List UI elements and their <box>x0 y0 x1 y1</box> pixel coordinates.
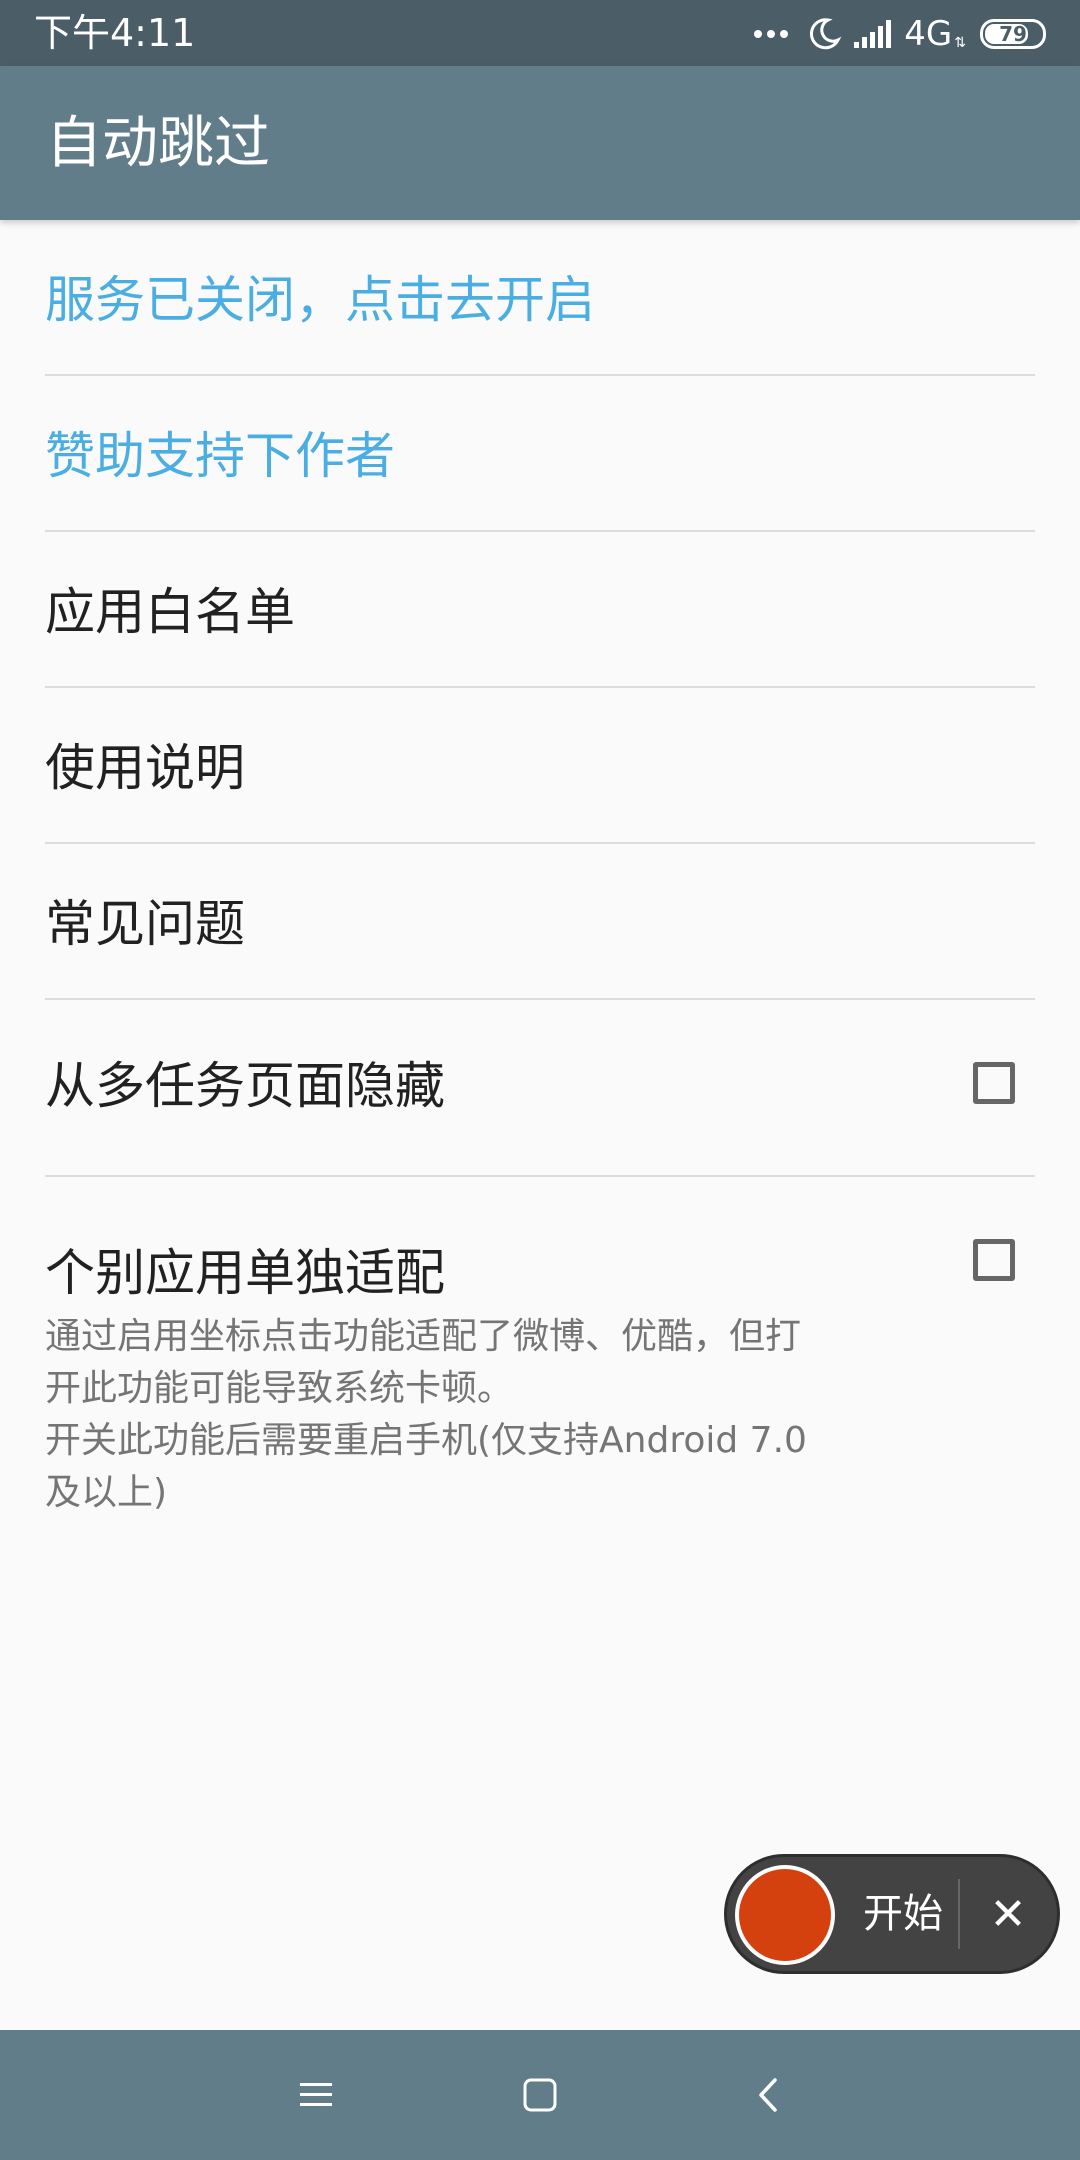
data-activity-icon: ⇅ <box>954 35 966 51</box>
status-time: 下午4:11 <box>34 11 196 55</box>
per-app-desc-line: 通过启用坐标点击功能适配了微博、优酷，但打 <box>45 1316 802 1357</box>
moon-icon <box>810 18 842 50</box>
signal-icon <box>854 20 892 48</box>
status-icons: 4G ⇅ 79 <box>754 12 1046 56</box>
record-button[interactable] <box>739 1869 831 1961</box>
whitelist-item[interactable]: 应用白名单 <box>45 532 1035 688</box>
faq-label: 常见问题 <box>45 895 245 953</box>
start-label[interactable]: 开始 <box>863 1887 943 1941</box>
sponsor-item[interactable]: 赞助支持下作者 <box>45 376 1035 532</box>
battery-level: 79 <box>999 22 1027 46</box>
battery-icon: 79 <box>980 19 1046 49</box>
back-icon[interactable] <box>738 2065 798 2125</box>
home-icon[interactable] <box>510 2065 570 2125</box>
per-app-item[interactable]: 个别应用单独适配 通过启用坐标点击功能适配了微博、优酷，但打 开此功能可能导致系… <box>45 1177 1035 1547</box>
hide-recents-checkbox[interactable] <box>973 1062 1015 1104</box>
per-app-desc-line: 开关此功能后需要重启手机(仅支持Android 7.0 <box>45 1420 807 1461</box>
status-bar: 下午4:11 4G ⇅ 79 <box>0 0 1080 66</box>
whitelist-label: 应用白名单 <box>45 583 295 641</box>
settings-list: 服务已关闭，点击去开启 赞助支持下作者 应用白名单 使用说明 常见问题 从多任务… <box>0 220 1080 1547</box>
instructions-label: 使用说明 <box>45 739 245 797</box>
close-icon[interactable]: ✕ <box>975 1875 1041 1955</box>
service-toggle-item[interactable]: 服务已关闭，点击去开启 <box>45 220 1035 376</box>
service-status-label: 服务已关闭，点击去开启 <box>45 271 595 329</box>
navigation-bar <box>0 2030 1080 2160</box>
floating-divider <box>958 1879 960 1949</box>
hide-recents-label: 从多任务页面隐藏 <box>45 1057 445 1115</box>
more-notifications-icon <box>754 30 789 38</box>
per-app-checkbox[interactable] <box>973 1239 1015 1281</box>
per-app-description: 通过启用坐标点击功能适配了微博、优酷，但打 开此功能可能导致系统卡顿。 开关此功… <box>45 1311 865 1519</box>
hide-recents-item[interactable]: 从多任务页面隐藏 <box>45 1000 1035 1177</box>
sponsor-label: 赞助支持下作者 <box>45 427 395 485</box>
floating-record-control: 开始 ✕ <box>724 1854 1060 1974</box>
faq-item[interactable]: 常见问题 <box>45 844 1035 1000</box>
app-bar: 自动跳过 <box>0 66 1080 220</box>
menu-icon[interactable] <box>286 2065 346 2125</box>
per-app-desc-line: 开此功能可能导致系统卡顿。 <box>45 1368 514 1409</box>
page-title: 自动跳过 <box>46 111 270 176</box>
network-type: 4G <box>904 14 953 54</box>
per-app-label: 个别应用单独适配 <box>45 1244 445 1302</box>
instructions-item[interactable]: 使用说明 <box>45 688 1035 844</box>
per-app-desc-line: 及以上) <box>45 1472 168 1513</box>
